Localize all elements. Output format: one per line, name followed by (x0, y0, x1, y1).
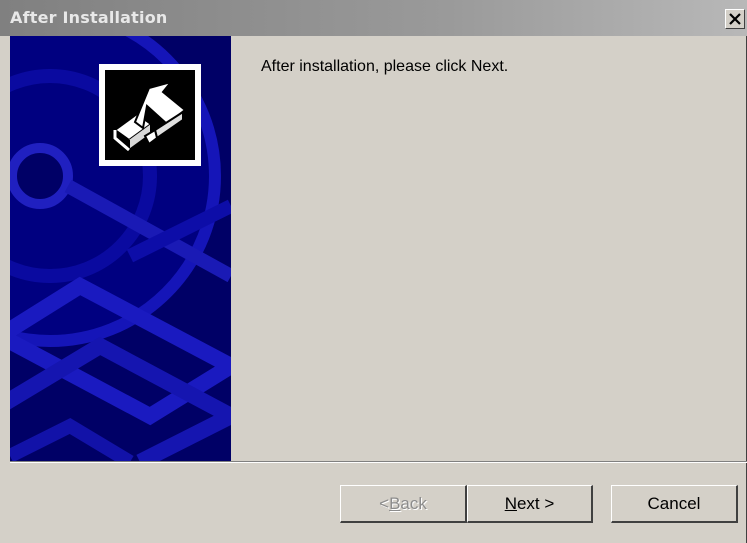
close-icon (729, 13, 741, 25)
install-arrow-icon (113, 80, 187, 152)
back-button[interactable]: < Back (340, 485, 467, 523)
cancel-label: Cancel (647, 493, 701, 513)
next-button[interactable]: Next > (467, 485, 593, 523)
cancel-button[interactable]: Cancel (611, 485, 738, 523)
installation-dialog: After Installation After installation, p… (0, 0, 747, 543)
instruction-text: After installation, please click Next. (261, 58, 509, 75)
window-title: After Installation (10, 8, 168, 27)
install-logo (99, 64, 201, 166)
title-bar[interactable]: After Installation (0, 0, 747, 36)
back-label-rest: ack (400, 493, 427, 513)
banner-panel (10, 36, 231, 462)
button-separator (10, 461, 747, 463)
back-mnemonic: B (389, 493, 401, 513)
next-label-rest: ext > (516, 493, 555, 513)
close-button[interactable] (725, 9, 745, 29)
back-prefix: < (379, 493, 390, 513)
next-mnemonic: N (504, 493, 517, 513)
